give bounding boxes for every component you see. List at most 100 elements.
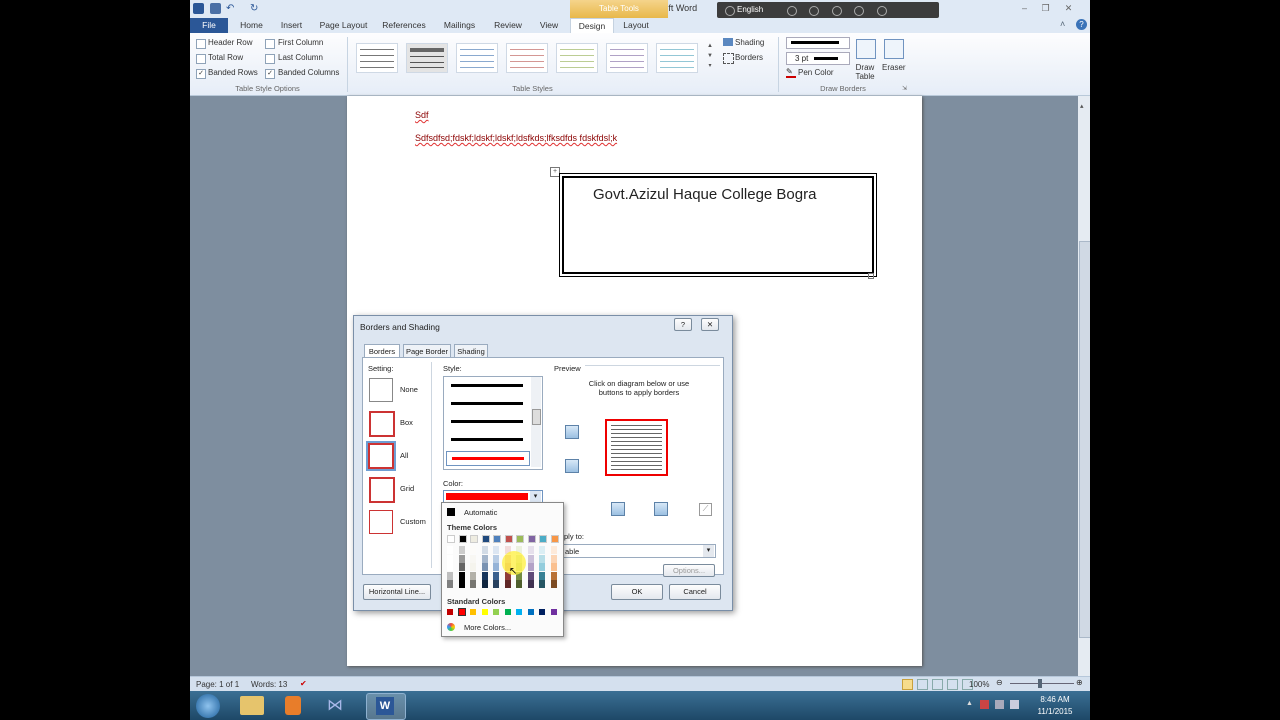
tray-volume-icon[interactable] (1010, 700, 1019, 709)
theme-shade-swatch[interactable] (458, 571, 465, 580)
language-bar[interactable]: English (717, 2, 939, 18)
help-icon[interactable]: ? (1076, 19, 1087, 30)
theme-color-swatch[interactable] (481, 535, 490, 543)
standard-color-swatch[interactable] (527, 609, 534, 615)
tab-design[interactable]: Design (570, 18, 614, 34)
dialog-close-button[interactable]: ✕ (701, 318, 719, 331)
theme-color-swatch[interactable] (516, 535, 524, 543)
standard-color-swatch[interactable] (550, 609, 557, 615)
theme-shade-swatch[interactable] (527, 580, 534, 588)
theme-shade-swatch[interactable] (550, 546, 557, 554)
table-style-green[interactable] (556, 43, 598, 73)
keyboard-icon[interactable] (787, 6, 797, 16)
left-border-button[interactable] (611, 502, 625, 516)
standard-color-swatch[interactable] (539, 609, 545, 615)
theme-shade-swatch[interactable] (539, 563, 545, 571)
ok-button[interactable]: OK (611, 584, 663, 600)
setting-none-icon[interactable] (369, 378, 393, 402)
page-count[interactable]: Page: 1 of 1 (196, 680, 239, 689)
theme-shade-swatch[interactable] (493, 571, 499, 580)
ruler-toggle-icon[interactable]: ▴ (1080, 102, 1088, 114)
theme-shade-swatch[interactable] (458, 563, 465, 571)
theme-shade-swatch[interactable] (481, 571, 488, 580)
ribbon-minimize-icon[interactable]: ˄ (1060, 19, 1070, 29)
theme-shade-swatch[interactable] (493, 554, 499, 563)
dialog-help-button[interactable]: ? (674, 318, 692, 331)
theme-shade-swatch[interactable] (470, 554, 476, 563)
pen-color-button[interactable]: Pen Color (798, 68, 834, 77)
tray-time[interactable]: 8:46 AM (1035, 695, 1075, 704)
tray-date[interactable]: 11/1/2015 (1033, 707, 1077, 716)
standard-color-swatch[interactable] (447, 609, 453, 615)
last-column-checkbox[interactable] (265, 54, 275, 64)
zoom-slider[interactable] (1010, 683, 1074, 684)
vertical-scrollbar[interactable]: ▴ (1078, 96, 1090, 676)
zoom-in-icon[interactable]: ⊕ (1076, 678, 1083, 687)
style-list[interactable] (443, 376, 543, 470)
print-layout-view-icon[interactable] (902, 679, 913, 690)
theme-shade-swatch[interactable] (470, 571, 476, 580)
proofing-icon[interactable]: ✔ (300, 679, 307, 688)
draw-table-icon[interactable] (856, 39, 876, 59)
tab-page-layout[interactable]: Page Layout (316, 18, 371, 33)
tray-flag-icon[interactable] (980, 700, 989, 709)
pen-icon[interactable] (809, 6, 819, 16)
more-colors-option[interactable]: More Colors... (464, 623, 511, 632)
theme-shade-swatch[interactable] (527, 571, 534, 580)
doc-line-1[interactable]: Sdf (415, 110, 429, 120)
shading-icon[interactable] (723, 38, 733, 46)
setting-box-label[interactable]: Box (400, 418, 413, 427)
preview-diagram[interactable] (605, 419, 668, 476)
theme-shade-swatch[interactable] (447, 554, 453, 563)
theme-color-swatch[interactable] (470, 535, 478, 543)
table-style-plain[interactable] (356, 43, 398, 73)
tab-insert[interactable]: Insert (274, 18, 309, 33)
standard-color-swatch[interactable] (516, 609, 522, 615)
table-cell-text[interactable]: Govt.Azizul Haque College Bogra (593, 186, 816, 203)
style-scrollbar[interactable] (531, 377, 541, 467)
line-style-select[interactable] (786, 37, 850, 49)
theme-shade-swatch[interactable] (527, 563, 534, 571)
theme-shade-swatch[interactable] (493, 580, 499, 588)
tab-layout[interactable]: Layout (618, 18, 654, 33)
tray-expand-icon[interactable]: ▲ (966, 700, 973, 707)
zoom-out-icon[interactable]: ⊖ (996, 678, 1003, 687)
apply-to-select[interactable]: able ▾ (561, 544, 716, 558)
pen-color-icon[interactable]: ✎ (786, 68, 796, 78)
eraser-button[interactable]: Eraser (882, 63, 906, 72)
header-row-checkbox[interactable] (196, 39, 206, 49)
theme-shade-swatch[interactable] (470, 546, 476, 554)
horizontal-line-button[interactable]: Horizontal Line... (363, 584, 431, 600)
theme-shade-swatch[interactable] (516, 580, 522, 588)
tab-mailings[interactable]: Mailings (437, 18, 482, 33)
start-button-icon[interactable] (196, 694, 220, 718)
theme-shade-swatch[interactable] (539, 580, 545, 588)
outline-view-icon[interactable] (947, 679, 958, 690)
full-screen-view-icon[interactable] (917, 679, 928, 690)
theme-shade-swatch[interactable] (527, 554, 534, 563)
table-style-gray[interactable] (406, 43, 448, 73)
standard-color-swatch[interactable] (470, 609, 476, 615)
media-player-taskbar-icon[interactable] (285, 696, 301, 715)
zoom-level[interactable]: 100% (969, 680, 989, 689)
table-style-red[interactable] (506, 43, 548, 73)
theme-shade-swatch[interactable] (481, 546, 488, 554)
language-label[interactable]: English (737, 5, 763, 14)
automatic-swatch[interactable] (447, 508, 455, 516)
automatic-option[interactable]: Automatic (464, 508, 497, 517)
theme-shade-swatch[interactable] (481, 580, 488, 588)
theme-shade-swatch[interactable] (539, 554, 545, 563)
theme-shade-swatch[interactable] (481, 554, 488, 563)
eraser-icon[interactable] (884, 39, 904, 59)
theme-shade-swatch[interactable] (550, 580, 557, 588)
banded-rows-checkbox[interactable]: ✓ (196, 69, 206, 79)
web-layout-view-icon[interactable] (932, 679, 943, 690)
settings-icon[interactable] (832, 6, 842, 16)
shading-button[interactable]: Shading (735, 38, 764, 47)
style-scroll-thumb[interactable] (532, 409, 541, 425)
tab-review[interactable]: Review (488, 18, 528, 33)
top-border-button[interactable] (565, 425, 579, 439)
theme-color-swatch[interactable] (550, 535, 559, 543)
chevron-down-icon[interactable]: ▾ (703, 545, 714, 557)
close-icon[interactable]: ✕ (1062, 2, 1075, 14)
